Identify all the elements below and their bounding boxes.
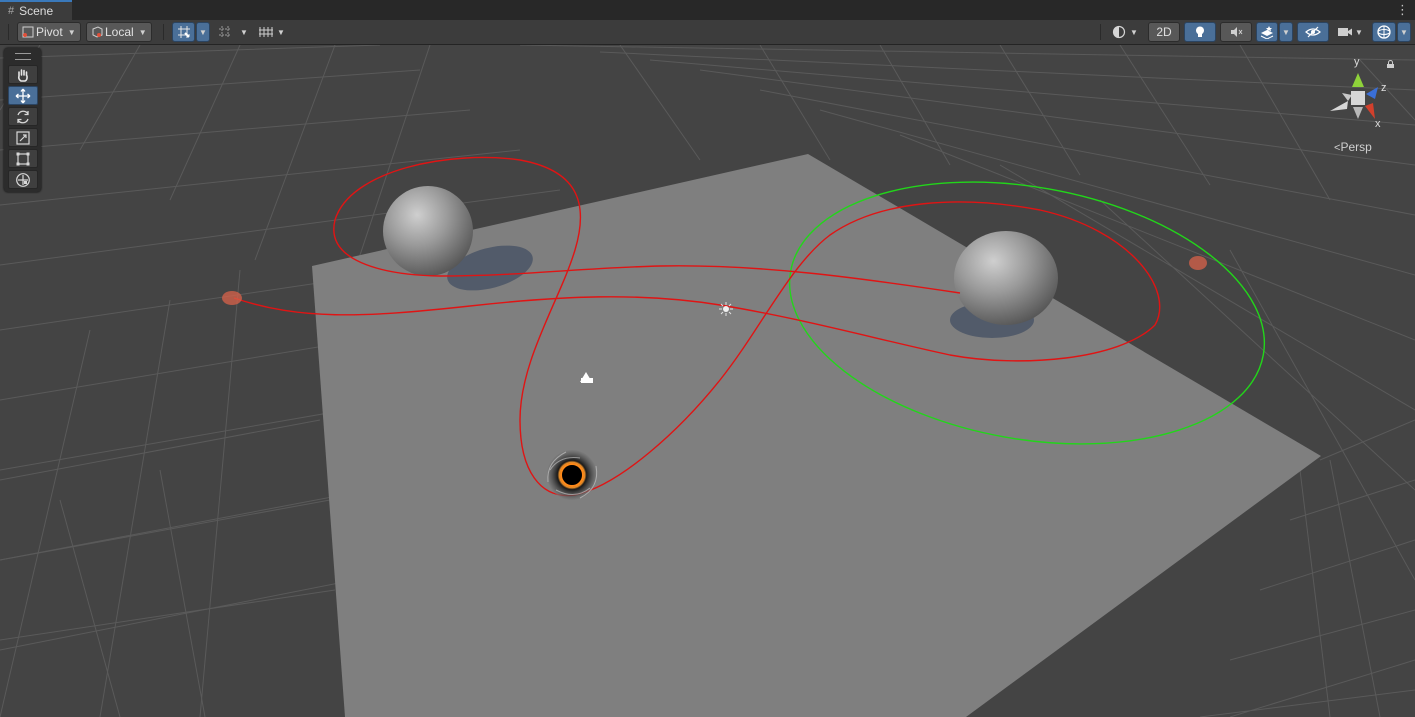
sphere-right[interactable] (954, 231, 1058, 325)
transform-icon (16, 172, 30, 187)
transform-tool-button[interactable] (8, 170, 38, 189)
chevron-down-icon: ▼ (1282, 27, 1290, 37)
tab-scene[interactable]: # Scene (0, 0, 72, 20)
increment-snap-toggle[interactable] (214, 22, 236, 42)
increment-snap-dropdown[interactable]: ▼ (237, 22, 251, 42)
chevron-down-icon: ▼ (1355, 27, 1363, 37)
axis-neg-y-cone[interactable] (1353, 107, 1363, 119)
move-arrows-icon (15, 88, 31, 103)
local-icon (92, 26, 103, 38)
gizmos-toggle[interactable] (1372, 22, 1396, 42)
speaker-muted-icon (1231, 27, 1243, 37)
hand-icon (17, 68, 28, 82)
axis-z-label: z (1381, 82, 1387, 94)
scene-toolbar: Pivot ▼ Local ▼ ▼ ▼ ▼ ▼ 2D ▼ ▼ ▼ (0, 20, 1415, 45)
rect-transform-icon (16, 152, 30, 165)
scene-canvas[interactable] (0, 45, 1415, 717)
chevron-down-icon: ▼ (67, 27, 76, 37)
black-hole[interactable] (547, 450, 598, 500)
lighting-toggle[interactable] (1184, 22, 1216, 42)
rotate-tool-button[interactable] (8, 107, 38, 126)
grid-snap-icon (177, 26, 190, 38)
pivot-dropdown[interactable]: Pivot ▼ (17, 22, 81, 42)
effects-toggle[interactable] (1256, 22, 1278, 42)
chevron-down-icon: ▼ (240, 27, 248, 37)
axis-neg-z-cone[interactable] (1342, 93, 1352, 101)
orbit-point-handle[interactable] (1189, 256, 1207, 270)
grid-snapping-dropdown[interactable]: ▼ (196, 22, 210, 42)
effects-dropdown[interactable]: ▼ (1279, 22, 1293, 42)
chevron-down-icon: ▼ (1400, 27, 1408, 37)
local-dropdown[interactable]: Local ▼ (86, 22, 152, 42)
pivot-icon (22, 26, 34, 38)
gizmo-center-cube[interactable] (1351, 91, 1365, 105)
chevron-down-icon: ▼ (1130, 27, 1138, 37)
scene-viewport[interactable] (0, 45, 1415, 717)
hand-tool-button[interactable] (8, 65, 38, 84)
rect-tool-button[interactable] (8, 149, 38, 168)
axis-z-cone[interactable] (1366, 87, 1378, 99)
camera-settings-dropdown[interactable]: ▼ (1333, 22, 1367, 42)
pivot-label: Pivot (36, 25, 63, 39)
more-options-icon[interactable]: ⋮ (1396, 2, 1409, 18)
toolbar-separator (163, 24, 164, 40)
toolbar-separator (1100, 24, 1101, 40)
tab-scene-label: Scene (19, 4, 54, 18)
grid-icon: # (8, 5, 15, 17)
move-tool-button[interactable] (8, 86, 38, 105)
axis-y-cone[interactable] (1352, 73, 1364, 87)
gizmos-sphere-icon (1377, 25, 1391, 39)
chevron-down-icon: ▼ (277, 27, 285, 37)
toolbar-grip (8, 24, 9, 40)
effects-layers-icon (1260, 26, 1274, 39)
grid-visibility-icon (259, 27, 273, 37)
eye-crossed-icon (1305, 26, 1321, 38)
axis-x-label: x (1375, 118, 1381, 130)
audio-toggle[interactable] (1220, 22, 1252, 42)
grid-visibility-dropdown[interactable]: ▼ (255, 22, 289, 42)
axis-x-cone[interactable] (1365, 103, 1375, 119)
projection-toggle[interactable]: <Persp (1334, 140, 1372, 154)
sphere-left[interactable] (383, 186, 473, 276)
tab-bar: # Scene ⋮ (0, 0, 1415, 21)
chevron-down-icon: ▼ (199, 27, 207, 37)
camera-icon (1338, 28, 1352, 36)
rotate-icon (17, 110, 29, 123)
gizmos-dropdown[interactable]: ▼ (1397, 22, 1411, 42)
mode-2d-button[interactable]: 2D (1148, 22, 1180, 42)
grid-snapping-toggle[interactable] (172, 22, 195, 42)
axis-y-label: y (1354, 56, 1360, 68)
scale-tool-button[interactable] (8, 128, 38, 147)
increment-snap-icon (219, 26, 231, 38)
axis-gizmo-icon[interactable]: y z x (1320, 51, 1410, 141)
chevron-down-icon: ▼ (138, 27, 147, 37)
lightbulb-icon (1196, 26, 1204, 37)
axis-neg-x-cone[interactable] (1330, 101, 1348, 111)
mode-2d-label: 2D (1156, 25, 1172, 39)
local-label: Local (105, 25, 134, 39)
persp-label: Persp (1340, 140, 1372, 154)
light-icon[interactable] (719, 302, 733, 316)
shaded-sphere-icon (1112, 25, 1126, 39)
draw-mode-dropdown[interactable]: ▼ (1108, 22, 1142, 42)
tool-palette (4, 48, 41, 192)
palette-grip-icon[interactable] (15, 53, 31, 60)
scale-icon (16, 130, 30, 145)
orbit-point-handle[interactable] (222, 291, 242, 305)
scene-visibility-toggle[interactable] (1297, 22, 1329, 42)
